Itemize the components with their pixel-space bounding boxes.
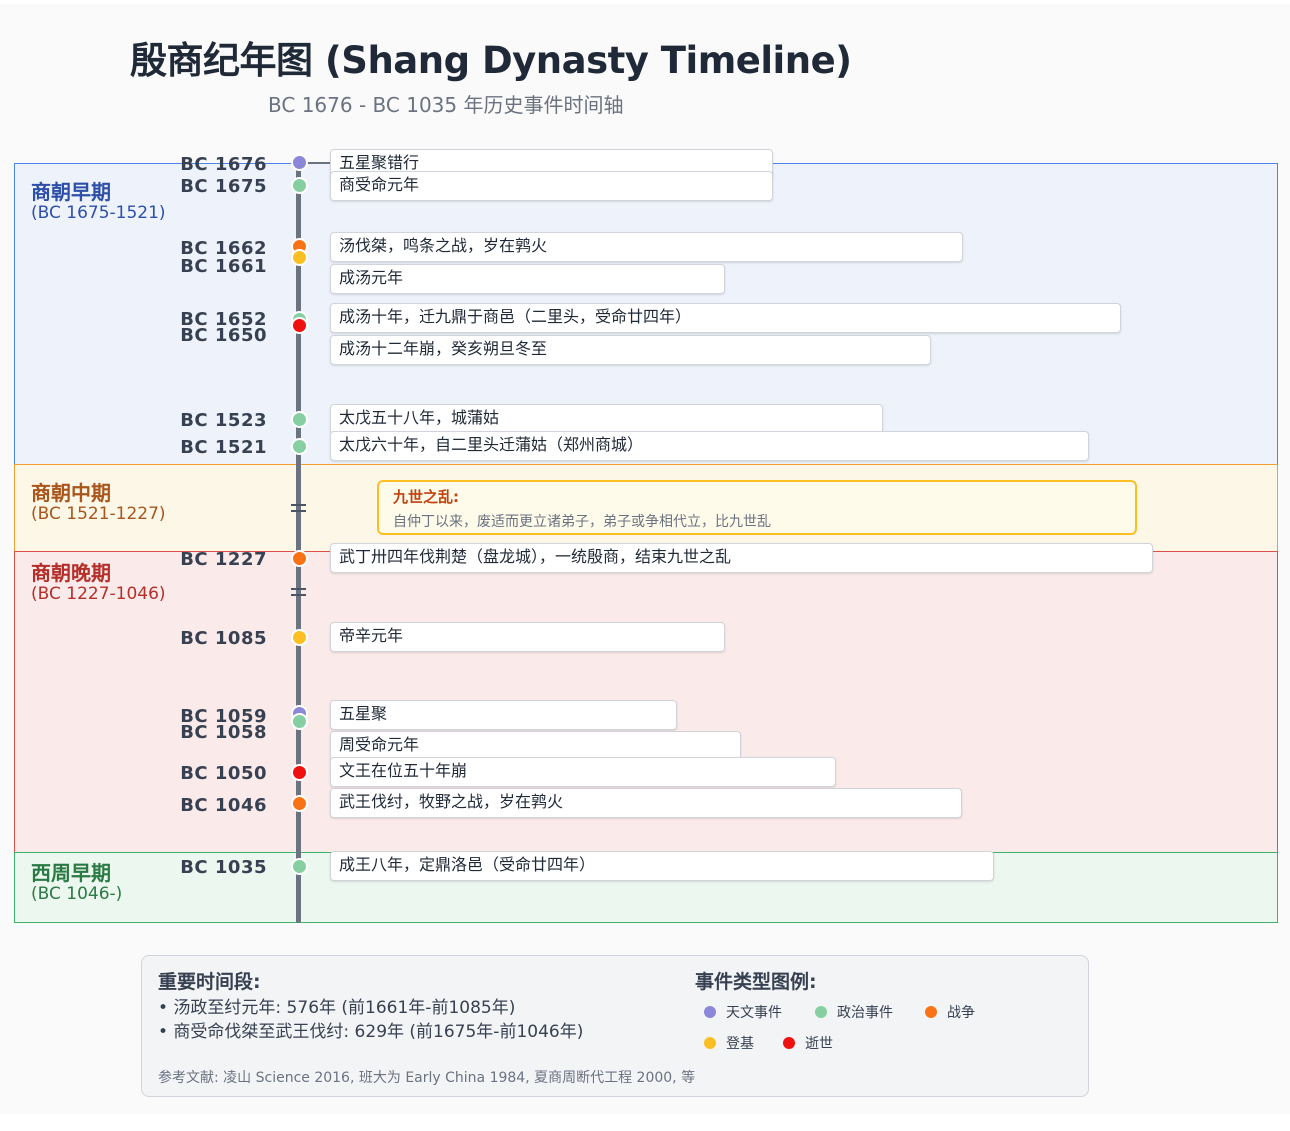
death-event-dot-icon <box>291 317 308 334</box>
chaos-description: 自仲丁以来，废适而更立诸弟子，弟子或争相代立，比九世乱 <box>393 514 771 530</box>
politics-event-dot-icon <box>291 438 308 455</box>
accession-event-dot-icon <box>291 629 308 646</box>
legend-item: 战争 <box>925 1002 975 1022</box>
politics-event-dot-icon <box>291 858 308 875</box>
event-year: BC 1058 <box>180 722 267 743</box>
period-range: (BC 1675-1521) <box>31 203 166 223</box>
event-types-heading: 事件类型图例: <box>695 971 817 993</box>
page-subtitle: BC 1676 - BC 1035 年历史事件时间轴 <box>268 93 624 117</box>
key-period-line: • 汤政至纣元年: 576年 (前1661年-前1085年) <box>158 998 516 1018</box>
nine-generations-chaos-note: 九世之乱: 自仲丁以来，废适而更立诸弟子，弟子或争相代立，比九世乱 <box>377 480 1137 535</box>
event-box: 太戊五十八年，城蒲姑 <box>330 404 883 434</box>
accession-event-dot-icon <box>291 249 308 266</box>
timeline-page: 殷商纪年图 (Shang Dynasty Timeline) BC 1676 -… <box>0 0 1290 1131</box>
event-year: BC 1523 <box>180 410 267 431</box>
chaos-title: 九世之乱: <box>393 488 459 506</box>
war-event-dot-icon <box>291 795 308 812</box>
event-box: 太戊六十年，自二里头迁蒲姑（郑州商城） <box>330 431 1089 461</box>
event-year: BC 1521 <box>180 437 267 458</box>
war-dot-icon <box>925 1006 937 1018</box>
key-period-line: • 商受命伐桀至武王伐纣: 629年 (前1675年-前1046年) <box>158 1022 584 1042</box>
event-box: 武王伐纣，牧野之战，岁在鹑火 <box>330 788 962 818</box>
axis-break-mark <box>291 594 306 596</box>
period-name: 西周早期 <box>31 861 111 885</box>
period-name: 商朝晚期 <box>31 561 111 585</box>
period-name: 商朝早期 <box>31 180 111 204</box>
period-name: 商朝中期 <box>31 481 111 505</box>
legend-panel: 重要时间段: • 汤政至纣元年: 576年 (前1661年-前1085年) • … <box>141 955 1089 1097</box>
event-year: BC 1676 <box>180 154 267 175</box>
axis-break-mark <box>291 588 306 590</box>
event-box: 五星聚 <box>330 700 677 730</box>
axis-break-mark <box>291 504 306 506</box>
event-year: BC 1085 <box>180 628 267 649</box>
legend-item: 登基 <box>704 1033 754 1053</box>
politics-event-dot-icon <box>291 177 308 194</box>
period-range: (BC 1227-1046) <box>31 584 166 604</box>
event-box: 商受命元年 <box>330 171 773 201</box>
event-year: BC 1227 <box>180 549 267 570</box>
event-year: BC 1650 <box>180 325 267 346</box>
event-year: BC 1661 <box>180 256 267 277</box>
key-periods-heading: 重要时间段: <box>158 971 261 993</box>
politics-event-dot-icon <box>291 713 308 730</box>
death-dot-icon <box>783 1037 795 1049</box>
event-year: BC 1675 <box>180 176 267 197</box>
war-event-dot-icon <box>291 550 308 567</box>
event-box: 文王在位五十年崩 <box>330 757 836 787</box>
astronomy-dot-icon <box>704 1006 716 1018</box>
event-box: 汤伐桀，鸣条之战，岁在鹑火 <box>330 232 963 262</box>
legend-item: 政治事件 <box>815 1002 893 1022</box>
axis-break-mark <box>291 510 306 512</box>
legend-item: 逝世 <box>783 1033 833 1053</box>
event-box: 帝辛元年 <box>330 622 725 652</box>
page-title: 殷商纪年图 (Shang Dynasty Timeline) <box>130 39 852 82</box>
event-box: 成王八年，定鼎洛邑（受命廿四年） <box>330 851 994 881</box>
politics-event-dot-icon <box>291 411 308 428</box>
event-box: 成汤元年 <box>330 264 725 294</box>
event-year: BC 1035 <box>180 857 267 878</box>
event-box: 成汤十二年崩，癸亥朔旦冬至 <box>330 335 931 365</box>
politics-dot-icon <box>815 1006 827 1018</box>
event-year: BC 1046 <box>180 795 267 816</box>
death-event-dot-icon <box>291 764 308 781</box>
event-box: 成汤十年，迁九鼎于商邑（二里头，受命廿四年） <box>330 303 1121 333</box>
accession-dot-icon <box>704 1037 716 1049</box>
astronomy-event-dot-icon <box>291 154 308 171</box>
period-range: (BC 1521-1227) <box>31 504 166 524</box>
references: 参考文献: 凌山 Science 2016, 班大为 Early China 1… <box>158 1070 696 1086</box>
event-year: BC 1050 <box>180 763 267 784</box>
event-box: 武丁卅四年伐荆楚（盘龙城），一统殷商，结束九世之乱 <box>330 543 1153 573</box>
legend-item: 天文事件 <box>704 1002 782 1022</box>
period-range: (BC 1046-) <box>31 884 123 904</box>
